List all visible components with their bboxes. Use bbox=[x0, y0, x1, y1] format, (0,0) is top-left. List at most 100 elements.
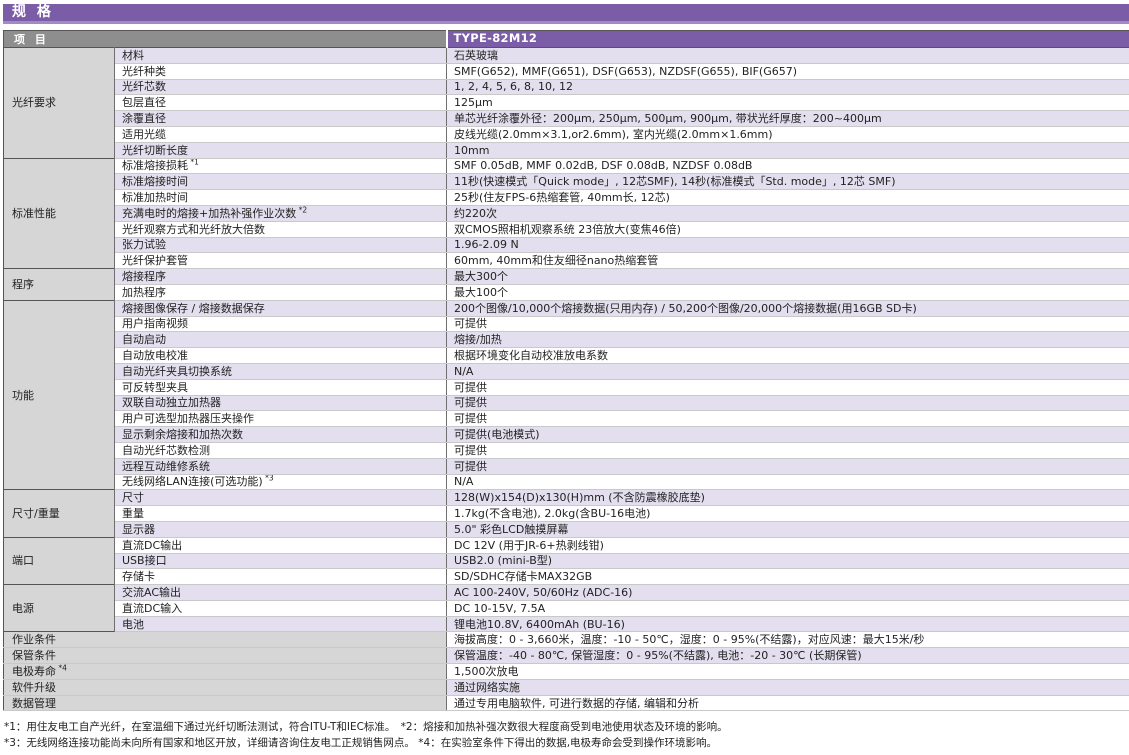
section-title-bar: 规 格 bbox=[3, 4, 1129, 24]
label-text: 保管条件 bbox=[12, 649, 56, 662]
spec-value: 25秒(住友FPS-6热缩套管, 40mm长, 12芯) bbox=[447, 190, 1129, 206]
spec-label: 光纤芯数 bbox=[115, 79, 447, 95]
spec-label: 自动光纤夹具切换系统 bbox=[115, 363, 447, 379]
spec-label: 标准加热时间 bbox=[115, 190, 447, 206]
table-header-row: 项 目 TYPE-82M12 bbox=[4, 31, 1129, 48]
spec-label: 适用光缆 bbox=[115, 126, 447, 142]
footnote-line-2: *3：无线网络连接功能尚未向所有国家和地区开放，详细请咨询住友电工正规销售网点。… bbox=[4, 735, 1129, 751]
label-text: 用户可选型加热器压夹操作 bbox=[122, 412, 254, 425]
table-row: 数据管理通过专用电脑软件, 可进行数据的存储, 编辑和分析 bbox=[4, 695, 1129, 711]
spec-value: DC 12V (用于JR-6+热剥线钳) bbox=[447, 537, 1129, 553]
table-row: 尺寸/重量尺寸128(W)x154(D)x130(H)mm (不含防震橡胶底垫) bbox=[4, 490, 1129, 506]
spec-label: 标准熔接损耗 *1 bbox=[115, 158, 447, 174]
table-row: 无线网络LAN连接(可选功能) *3N/A bbox=[4, 474, 1129, 490]
label-text: 光纤种类 bbox=[122, 65, 166, 78]
footnote-ref: *1 bbox=[188, 158, 199, 167]
table-row: 标准熔接时间11秒(快速模式「Quick mode」, 12芯SMF), 14秒… bbox=[4, 174, 1129, 190]
spec-label: 用户指南视频 bbox=[115, 316, 447, 332]
table-row: 显示剩余熔接和加热次数可提供(电池模式) bbox=[4, 427, 1129, 443]
spec-value: SD/SDHC存储卡MAX32GB bbox=[447, 569, 1129, 585]
table-row: 适用光缆皮线光缆(2.0mm×3.1,or2.6mm), 室内光缆(2.0mm×… bbox=[4, 126, 1129, 142]
table-row: 保管条件保管温度：-40 - 80℃, 保管湿度：0 - 95%(不结露), 电… bbox=[4, 648, 1129, 664]
category-cell: 软件升级 bbox=[4, 679, 447, 695]
spec-label: 光纤切断长度 bbox=[115, 142, 447, 158]
spec-label: 交流AC输出 bbox=[115, 585, 447, 601]
table-row: 光纤要求材料石英玻璃 bbox=[4, 48, 1129, 64]
label-text: 存储卡 bbox=[122, 570, 155, 583]
spec-label: 重量 bbox=[115, 506, 447, 522]
table-row: 软件升级通过网络实施 bbox=[4, 679, 1129, 695]
spec-value: 5.0" 彩色LCD触摸屏幕 bbox=[447, 521, 1129, 537]
label-text: 光纤芯数 bbox=[122, 80, 166, 93]
spec-value: 128(W)x154(D)x130(H)mm (不含防震橡胶底垫) bbox=[447, 490, 1129, 506]
header-item-label: 项 目 bbox=[4, 31, 447, 48]
category-cell: 数据管理 bbox=[4, 695, 447, 711]
table-row: 显示器 5.0" 彩色LCD触摸屏幕 bbox=[4, 521, 1129, 537]
spec-label: 熔接图像保存 / 熔接数据保存 bbox=[115, 300, 447, 316]
table-row: 电极寿命 *41,500次放电 bbox=[4, 664, 1129, 680]
table-row: 自动光纤夹具切换系统N/A bbox=[4, 363, 1129, 379]
spec-value: 200个图像/10,000个熔接数据(只用内存) / 50,200个图像/20,… bbox=[447, 300, 1129, 316]
header-model-label: TYPE-82M12 bbox=[447, 31, 1129, 48]
label-text: 程序 bbox=[12, 278, 34, 291]
spec-value: USB2.0 (mini-B型) bbox=[447, 553, 1129, 569]
spec-value: 约220次 bbox=[447, 205, 1129, 221]
spec-value: 10mm bbox=[447, 142, 1129, 158]
spec-table-body: 光纤要求材料石英玻璃光纤种类SMF(G652), MMF(G651), DSF(… bbox=[4, 48, 1129, 711]
label-text: 直流DC输出 bbox=[122, 539, 182, 552]
table-row: 充满电时的熔接+加热补强作业次数 *2约220次 bbox=[4, 205, 1129, 221]
spec-value: N/A bbox=[447, 474, 1129, 490]
spec-label: 自动光纤芯数检测 bbox=[115, 442, 447, 458]
table-row: 光纤观察方式和光纤放大倍数双CMOS照相机观察系统 23倍放大(变焦46倍) bbox=[4, 221, 1129, 237]
table-row: 包层直径125μm bbox=[4, 95, 1129, 111]
label-text: 材料 bbox=[122, 49, 144, 62]
category-cell: 光纤要求 bbox=[4, 48, 115, 159]
table-row: 电池锂电池10.8V, 6400mAh (BU-16) bbox=[4, 616, 1129, 632]
category-cell: 作业条件 bbox=[4, 632, 447, 648]
table-row: 标准加热时间25秒(住友FPS-6热缩套管, 40mm长, 12芯) bbox=[4, 190, 1129, 206]
spec-label: 显示器 bbox=[115, 521, 447, 537]
table-row: 用户指南视频 可提供 bbox=[4, 316, 1129, 332]
table-row: 双联自动独立加热器可提供 bbox=[4, 395, 1129, 411]
spec-label: 显示剩余熔接和加热次数 bbox=[115, 427, 447, 443]
category-cell: 功能 bbox=[4, 300, 115, 490]
label-text: 自动启动 bbox=[122, 333, 166, 346]
category-cell: 保管条件 bbox=[4, 648, 447, 664]
label-text: 涂覆直径 bbox=[122, 112, 166, 125]
spec-table: 项 目 TYPE-82M12 光纤要求材料石英玻璃光纤种类SMF(G652), … bbox=[3, 30, 1129, 711]
spec-label: 充满电时的熔接+加热补强作业次数 *2 bbox=[115, 205, 447, 221]
table-row: USB接口USB2.0 (mini-B型) bbox=[4, 553, 1129, 569]
spec-label: 光纤种类 bbox=[115, 63, 447, 79]
category-cell: 尺寸/重量 bbox=[4, 490, 115, 537]
label-text: 显示器 bbox=[122, 523, 155, 536]
table-row: 直流DC输入DC 10-15V, 7.5A bbox=[4, 600, 1129, 616]
spec-label: 标准熔接时间 bbox=[115, 174, 447, 190]
spec-value: 125μm bbox=[447, 95, 1129, 111]
spec-value: 海拔高度：0 - 3,660米，温度：-10 - 50℃，湿度：0 - 95%(… bbox=[447, 632, 1129, 648]
label-text: 用户指南视频 bbox=[122, 317, 188, 330]
label-text: 光纤切断长度 bbox=[122, 144, 188, 157]
spec-value: N/A bbox=[447, 363, 1129, 379]
label-text: 电极寿命 bbox=[12, 665, 56, 678]
spec-value: 可提供(电池模式) bbox=[447, 427, 1129, 443]
spec-value: AC 100-240V, 50/60Hz (ADC-16) bbox=[447, 585, 1129, 601]
label-text: 加热程序 bbox=[122, 286, 166, 299]
label-text: 标准熔接时间 bbox=[122, 175, 188, 188]
label-text: 自动放电校准 bbox=[122, 349, 188, 362]
spec-value: 可提供 bbox=[447, 395, 1129, 411]
table-row: 张力试验1.96-2.09 N bbox=[4, 237, 1129, 253]
label-text: 尺寸/重量 bbox=[12, 507, 60, 520]
label-text: 电池 bbox=[122, 618, 144, 631]
spec-label: 自动启动 bbox=[115, 332, 447, 348]
table-row: 光纤种类SMF(G652), MMF(G651), DSF(G653), NZD… bbox=[4, 63, 1129, 79]
spec-label: 电池 bbox=[115, 616, 447, 632]
label-text: 光纤保护套管 bbox=[122, 254, 188, 267]
spec-value: 可提供 bbox=[447, 316, 1129, 332]
table-row: 加热程序最大100个 bbox=[4, 284, 1129, 300]
spec-value: 单芯光纤涂覆外径：200μm, 250μm, 500μm, 900μm, 带状光… bbox=[447, 111, 1129, 127]
table-row: 涂覆直径 单芯光纤涂覆外径：200μm, 250μm, 500μm, 900μm,… bbox=[4, 111, 1129, 127]
table-row: 标准性能标准熔接损耗 *1SMF 0.05dB, MMF 0.02dB, DSF… bbox=[4, 158, 1129, 174]
spec-value: 可提供 bbox=[447, 379, 1129, 395]
table-row: 光纤切断长度 10mm bbox=[4, 142, 1129, 158]
label-text: 无线网络LAN连接(可选功能) bbox=[122, 475, 263, 488]
